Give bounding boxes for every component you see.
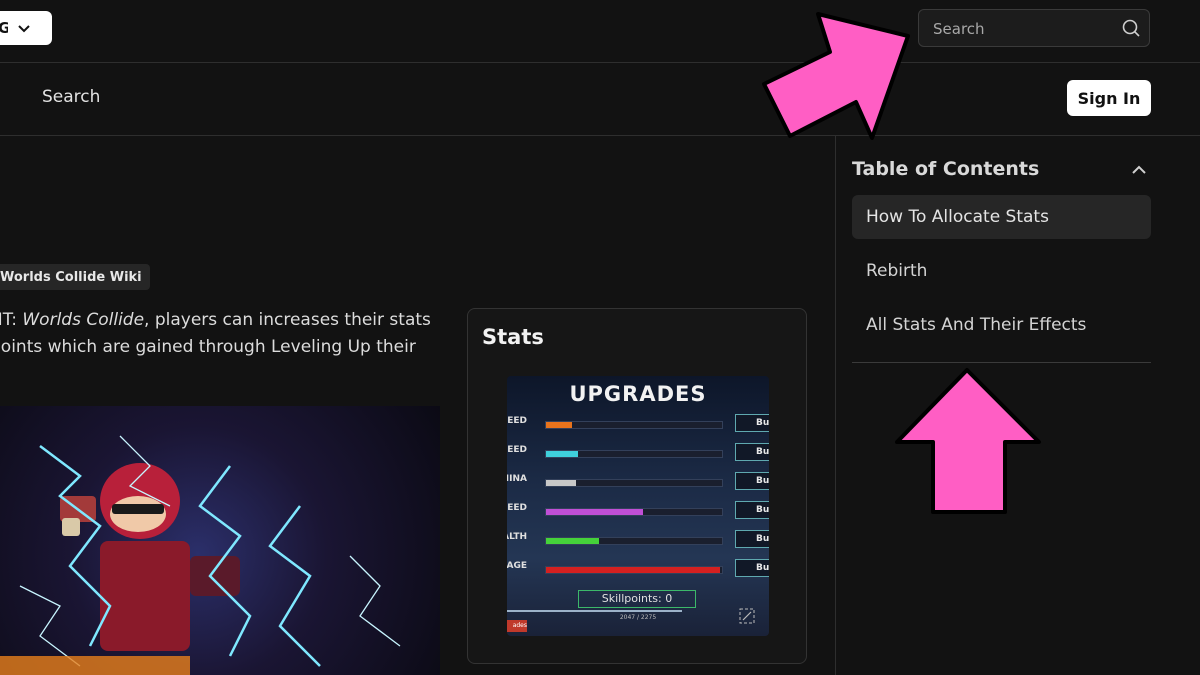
upgrade-row: DAMAGE Buy [507,559,769,579]
skillpoints-label: Skillpoints: 0 [578,590,696,608]
upgrade-buy-button[interactable]: Buy [735,530,769,548]
upgrade-stat-name: SPEED [507,503,527,513]
intro-prefix: NT: [0,310,17,330]
search-input[interactable] [931,18,1115,40]
upgrade-buy-button[interactable]: Buy [735,501,769,519]
sign-in-button[interactable]: Sign In [1067,80,1151,116]
upgrade-row: HEALTH Buy [507,530,769,550]
upgrade-stat-name: HEALTH [507,532,527,542]
intro-line1-suffix: , players can increases their stats [144,310,431,330]
toc-item-rebirth[interactable]: Rebirth [852,249,1151,293]
upgrade-progress-fill [546,538,599,544]
upgrade-progress-fill [546,567,721,573]
upgrades-heading: UPGRADES [569,382,707,406]
toc-item-all-stats[interactable]: All Stats And Their Effects [852,303,1151,347]
hero-image [0,406,440,675]
wiki-badge[interactable]: Worlds Collide Wiki [0,264,150,290]
upgrade-buy-button[interactable]: Buy [735,472,769,490]
upgrade-stat-name: SPEED [507,445,527,455]
upgrade-progress-track [545,450,723,458]
intro-game-title: Worlds Collide [22,310,145,330]
annotation-arrow-search [762,12,910,140]
upgrades-screenshot[interactable]: UPGRADES SPEEDBuySPEEDBuySTAMINABuySPEED… [507,376,769,636]
upgrade-progress-track [545,566,723,574]
upgrade-progress-track [545,508,723,516]
top-bar: Games [0,0,1200,63]
nav-search-link[interactable]: Search [42,87,100,107]
chevron-up-icon[interactable] [1130,161,1148,179]
search-box[interactable] [918,9,1150,47]
upgrade-stat-name: SPEED [507,416,527,426]
upgrade-row: SPEED Buy [507,501,769,521]
upgrade-progress-track [545,479,723,487]
upgrade-row: STAMINA Buy [507,472,769,492]
upgrade-buy-button[interactable]: Buy [735,559,769,577]
expand-icon[interactable] [739,608,755,624]
upgrade-stat-name: DAMAGE [507,561,527,571]
article-intro: NT: Worlds Collide, players can increase… [0,307,440,361]
toc-title: Table of Contents [852,158,1040,180]
intro-line2: points which are gained through Leveling… [0,337,416,357]
upgrade-stat-name: STAMINA [507,474,527,484]
upgrade-row: SPEED Buy [507,414,769,434]
upgrade-progress-fill [546,480,576,486]
toc-item-allocate-stats[interactable]: How To Allocate Stats [852,195,1151,239]
search-icon[interactable] [1121,18,1141,38]
upgrade-buy-button[interactable]: Buy [735,443,769,461]
upgrade-row: SPEED Buy [507,443,769,463]
games-dropdown-label: Games [0,19,8,37]
upgrade-progress-fill [546,422,573,428]
upgrade-progress-track [545,421,723,429]
xp-bar [507,610,682,612]
upgrade-progress-fill [546,451,578,457]
xp-text: 2047 / 2275 [619,614,657,621]
sidebar-divider [835,136,836,675]
upgrade-buy-button[interactable]: Buy [735,414,769,432]
hero-illustration [0,435,401,675]
image-tag: ades [507,620,527,632]
stats-title: Stats [482,325,544,349]
upgrade-progress-track [545,537,723,545]
annotation-arrow-toc [895,368,1041,514]
toc-divider [852,362,1151,363]
upgrade-progress-fill [546,509,643,515]
stats-infobox: Stats UPGRADES SPEED Buy SPEED Buy STAMINA Bu… [467,308,807,664]
nav-bar: e Search Sign In [0,62,1200,136]
games-dropdown[interactable]: Games [0,11,52,45]
chevron-down-icon [18,25,30,33]
